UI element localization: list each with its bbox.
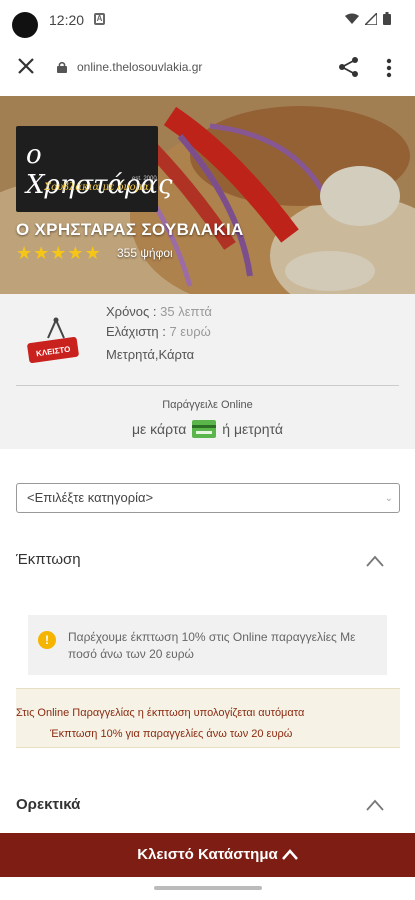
section-discount-title[interactable]: Έκπτωση bbox=[16, 551, 81, 568]
url-text[interactable]: online.thelosouvlakia.gr bbox=[77, 60, 202, 74]
promo-line-1: Στις Online Παραγγελίας η έκπτωση υπολογ… bbox=[16, 707, 305, 719]
category-select[interactable]: <Επιλέξτε κατηγορία> ⌄ bbox=[16, 483, 400, 513]
payment-methods: Μετρητά,Κάρτα bbox=[106, 347, 195, 362]
share-icon[interactable] bbox=[338, 56, 360, 78]
closed-store-bar[interactable]: Κλειστό Κατάστημα bbox=[0, 833, 415, 877]
closed-store-text: Κλειστό Κατάστημα bbox=[137, 846, 278, 863]
store-info: ΚΛΕΙΣΤΟ Χρόνος : 35 λεπτά Ελάχιστη : 7 ε… bbox=[0, 294, 415, 449]
credit-card-icon bbox=[192, 420, 217, 438]
status-bar: 12:20 A bbox=[0, 0, 415, 40]
signal-icon bbox=[365, 12, 377, 25]
votes-count: 355 ψήφοι bbox=[117, 246, 173, 260]
notification-icon: A bbox=[94, 13, 105, 25]
camera-cutout bbox=[12, 12, 38, 38]
notice-text: Παρέχουμε έκπτωση 10% στις Online παραγγ… bbox=[68, 630, 356, 661]
delivery-time: Χρόνος : 35 λεπτά bbox=[106, 304, 212, 319]
promo-banner: Στις Online Παραγγελίας η έκπτωση υπολογ… bbox=[16, 688, 400, 748]
wifi-icon bbox=[345, 13, 359, 24]
logo-subtitle: Σουβλάκια με όνομα! bbox=[44, 182, 153, 193]
closed-store-label: Κλειστό Κατάστημα bbox=[0, 846, 415, 863]
pay-card-label: με κάρτα bbox=[131, 421, 187, 437]
category-select-value: <Επιλέξτε κατηγορία> bbox=[27, 490, 154, 505]
time-label: Χρόνος : bbox=[106, 304, 157, 319]
star-icon: ★ bbox=[33, 243, 50, 263]
closed-sign-icon: ΚΛΕΙΣΤΟ bbox=[27, 317, 79, 363]
status-icons bbox=[345, 12, 391, 25]
divider bbox=[16, 385, 399, 386]
min-label: Ελάχιστη : bbox=[106, 324, 166, 339]
section-appetizers-title[interactable]: Ορεκτικά bbox=[16, 796, 80, 813]
chevron-up-icon[interactable] bbox=[282, 849, 298, 861]
minimum-order: Ελάχιστη : 7 ευρώ bbox=[106, 324, 211, 339]
logo-est: est. 2000 bbox=[132, 176, 157, 182]
gesture-nav-bar[interactable] bbox=[154, 886, 262, 890]
more-options-icon[interactable] bbox=[386, 58, 392, 78]
time-value: 35 λεπτά bbox=[160, 304, 212, 319]
browser-toolbar: online.thelosouvlakia.gr bbox=[0, 40, 415, 96]
close-icon[interactable] bbox=[14, 54, 38, 78]
restaurant-name: Ο ΧΡΗΣΤΑΡΑΣ ΣΟΥΒΛΑΚΙΑ bbox=[16, 220, 244, 239]
star-icon: ★ bbox=[84, 243, 101, 263]
warning-icon: ! bbox=[38, 631, 56, 649]
min-value: 7 ευρώ bbox=[169, 324, 211, 339]
order-online-label: Παράγγειλε Online bbox=[162, 399, 253, 411]
star-icon: ★ bbox=[16, 243, 33, 263]
discount-notice: ! Παρέχουμε έκπτωση 10% στις Online παρα… bbox=[28, 615, 387, 675]
pay-cash-label: ή μετρητά bbox=[222, 421, 283, 437]
promo-line-2: Έκπτωση 10% για παραγγελίες άνω των 20 ε… bbox=[50, 728, 293, 740]
star-icon: ★ bbox=[50, 243, 67, 263]
chevron-down-icon: ⌄ bbox=[384, 493, 393, 504]
restaurant-logo: ο Χρηστάρας Σουβλάκια με όνομα! est. 200… bbox=[16, 126, 172, 212]
chevron-up-icon[interactable] bbox=[366, 555, 384, 567]
lock-icon bbox=[57, 61, 67, 73]
chevron-up-icon[interactable] bbox=[366, 799, 384, 811]
battery-icon bbox=[383, 12, 391, 25]
rating-stars: ★ ★ ★ ★ ★ bbox=[16, 244, 101, 262]
payment-options: με κάρτα ή μετρητά bbox=[0, 420, 415, 438]
hero-banner: ο Χρηστάρας Σουβλάκια με όνομα! est. 200… bbox=[0, 96, 415, 294]
star-icon: ★ bbox=[67, 243, 84, 263]
status-time: 12:20 bbox=[49, 12, 85, 28]
